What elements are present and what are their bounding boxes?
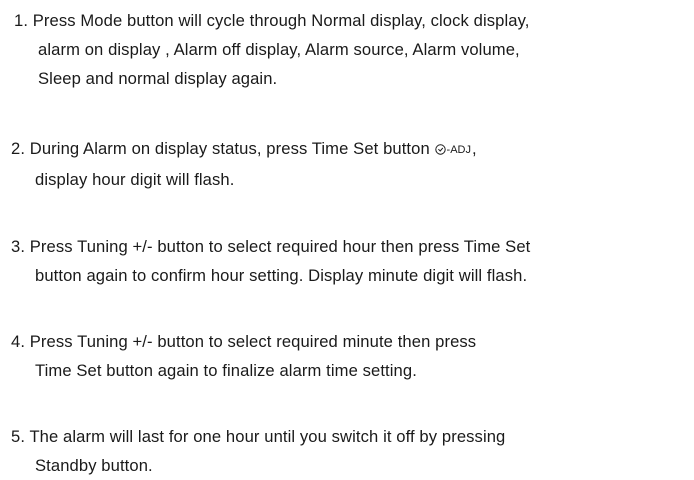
- step-5: 5. The alarm will last for one hour unti…: [11, 422, 505, 480]
- step-3-line-2: button again to confirm hour setting. Di…: [35, 266, 528, 285]
- step-2-text-before: 2. During Alarm on display status, press…: [11, 139, 430, 158]
- step-5-line-2: Standby button.: [35, 456, 153, 475]
- time-set-adj-label: -ADJ: [446, 144, 471, 156]
- step-1-line-1: 1. Press Mode button will cycle through …: [14, 11, 530, 30]
- step-1-line-2: alarm on display , Alarm off display, Al…: [38, 40, 520, 59]
- step-4-line-2: Time Set button again to finalize alarm …: [35, 361, 417, 380]
- step-2-text-after: ,: [471, 139, 477, 158]
- step-4: 4. Press Tuning +/- button to select req…: [11, 327, 476, 385]
- clock-icon: [434, 144, 446, 155]
- step-2-line-2: display hour digit will flash.: [35, 170, 235, 189]
- step-3: 3. Press Tuning +/- button to select req…: [11, 232, 530, 290]
- step-1-line-3: Sleep and normal display again.: [38, 69, 278, 88]
- step-3-line-1: 3. Press Tuning +/- button to select req…: [11, 237, 531, 256]
- step-5-line-1: 5. The alarm will last for one hour unti…: [11, 427, 506, 446]
- step-2-line-1: 2. During Alarm on display status, press…: [11, 134, 477, 165]
- step-1: 1. Press Mode button will cycle through …: [14, 6, 529, 93]
- step-4-line-1: 4. Press Tuning +/- button to select req…: [11, 332, 477, 351]
- step-2: 2. During Alarm on display status, press…: [11, 134, 477, 194]
